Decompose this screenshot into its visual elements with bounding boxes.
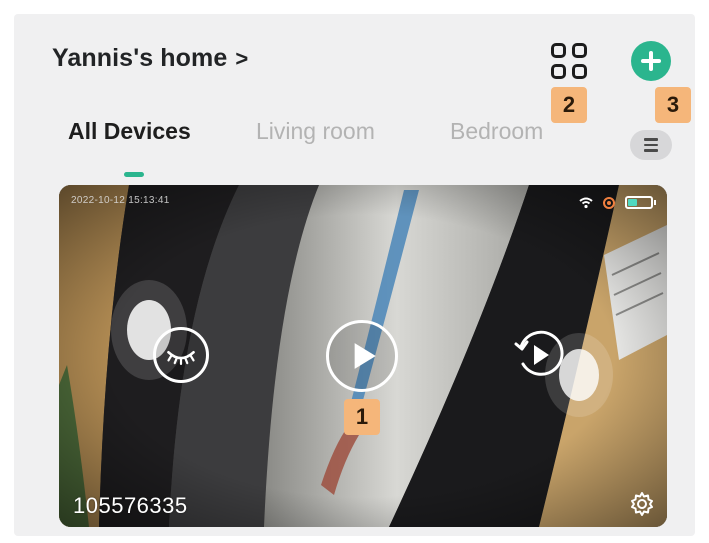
home-selector[interactable]: Yannis's home > xyxy=(52,44,248,73)
annotation-badge-3: 3 xyxy=(655,87,691,123)
add-device-button[interactable] xyxy=(631,41,671,81)
play-icon[interactable] xyxy=(326,320,398,392)
menu-line xyxy=(644,138,658,141)
grid-icon-cell xyxy=(572,64,587,79)
menu-line xyxy=(644,149,658,152)
tab-living-room[interactable]: Living room xyxy=(256,118,375,145)
annotation-badge-2: 2 xyxy=(551,87,587,123)
grid-icon-cell xyxy=(551,43,566,58)
home-name: Yannis's home xyxy=(52,44,228,72)
battery-icon xyxy=(625,196,656,209)
room-menu-button[interactable] xyxy=(630,130,672,160)
device-id-label: 105576335 xyxy=(73,493,188,518)
app-screen: Yannis's home > 2 3 All Devices Living r… xyxy=(14,14,695,536)
camera-status-bar xyxy=(579,196,656,209)
tab-bedroom[interactable]: Bedroom xyxy=(450,118,543,145)
active-tab-indicator xyxy=(124,172,144,177)
gear-icon[interactable] xyxy=(629,491,655,517)
privacy-mode-icon[interactable] xyxy=(153,327,209,383)
grid-icon-cell xyxy=(551,64,566,79)
annotation-badge-1: 1 xyxy=(344,399,380,435)
tab-all-devices[interactable]: All Devices xyxy=(68,118,191,145)
wifi-icon xyxy=(579,197,593,208)
menu-line xyxy=(644,143,658,147)
chevron-right-icon: > xyxy=(235,45,249,71)
camera-timestamp: 2022-10-12 15:13:41 xyxy=(71,195,170,206)
recording-icon xyxy=(603,196,615,209)
camera-preview-card[interactable]: 2022-10-12 15:13:41 1 105576335 xyxy=(59,185,667,527)
grid-icon-cell xyxy=(572,43,587,58)
grid-view-button[interactable] xyxy=(549,41,589,81)
playback-icon[interactable] xyxy=(511,327,567,383)
